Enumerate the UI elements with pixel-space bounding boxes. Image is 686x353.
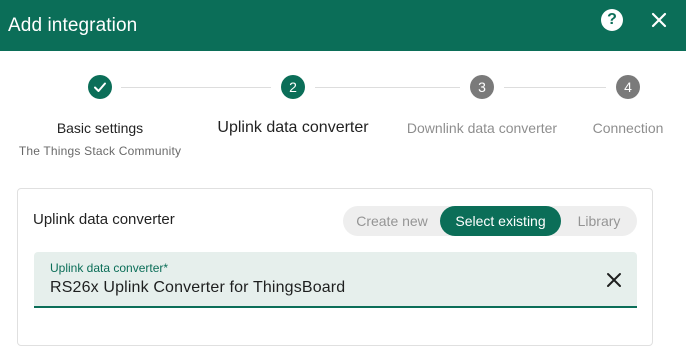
step-3-label: Downlink data converter	[406, 120, 558, 136]
uplink-converter-field[interactable]: Uplink data converter* RS26x Uplink Conv…	[34, 252, 637, 308]
clear-icon-svg	[607, 273, 621, 287]
step-connector	[121, 87, 271, 88]
step-connector	[504, 87, 606, 88]
card-title: Uplink data converter	[33, 211, 175, 228]
converter-mode-toggle: Create new Select existing Library	[343, 206, 637, 236]
step-1-label: Basic settings	[56, 120, 144, 136]
converter-card: Uplink data converter Create new Select …	[17, 188, 653, 346]
clear-icon[interactable]	[604, 270, 624, 290]
stepper: Basic settings The Things Stack Communit…	[0, 51, 686, 181]
dialog-header: Add integration	[0, 0, 686, 51]
step-2-number: 2	[289, 79, 297, 95]
step-4-label: Connection	[592, 120, 664, 136]
step-1-sublabel: The Things Stack Community	[18, 144, 182, 158]
step-3-number: 3	[478, 79, 486, 95]
toggle-create-new[interactable]: Create new	[343, 206, 441, 236]
step-4-number: 4	[624, 79, 632, 95]
help-glyph: ?	[607, 11, 617, 28]
toggle-library[interactable]: Library	[561, 206, 637, 236]
step-3-circle[interactable]: 3	[470, 75, 494, 99]
step-connector	[315, 87, 460, 88]
field-label: Uplink data converter*	[50, 261, 169, 275]
dialog-title: Add integration	[8, 14, 138, 36]
step-1-circle[interactable]	[88, 75, 112, 99]
check-icon	[94, 82, 106, 92]
help-icon[interactable]: ?	[601, 9, 623, 31]
field-value[interactable]: RS26x Uplink Converter for ThingsBoard	[50, 279, 345, 297]
close-icon[interactable]	[648, 9, 670, 31]
step-2-label: Uplink data converter	[217, 119, 369, 136]
toggle-select-existing[interactable]: Select existing	[440, 206, 561, 236]
step-2-circle[interactable]: 2	[281, 75, 305, 99]
step-4-circle[interactable]: 4	[616, 75, 640, 99]
close-icon-svg	[651, 12, 667, 28]
